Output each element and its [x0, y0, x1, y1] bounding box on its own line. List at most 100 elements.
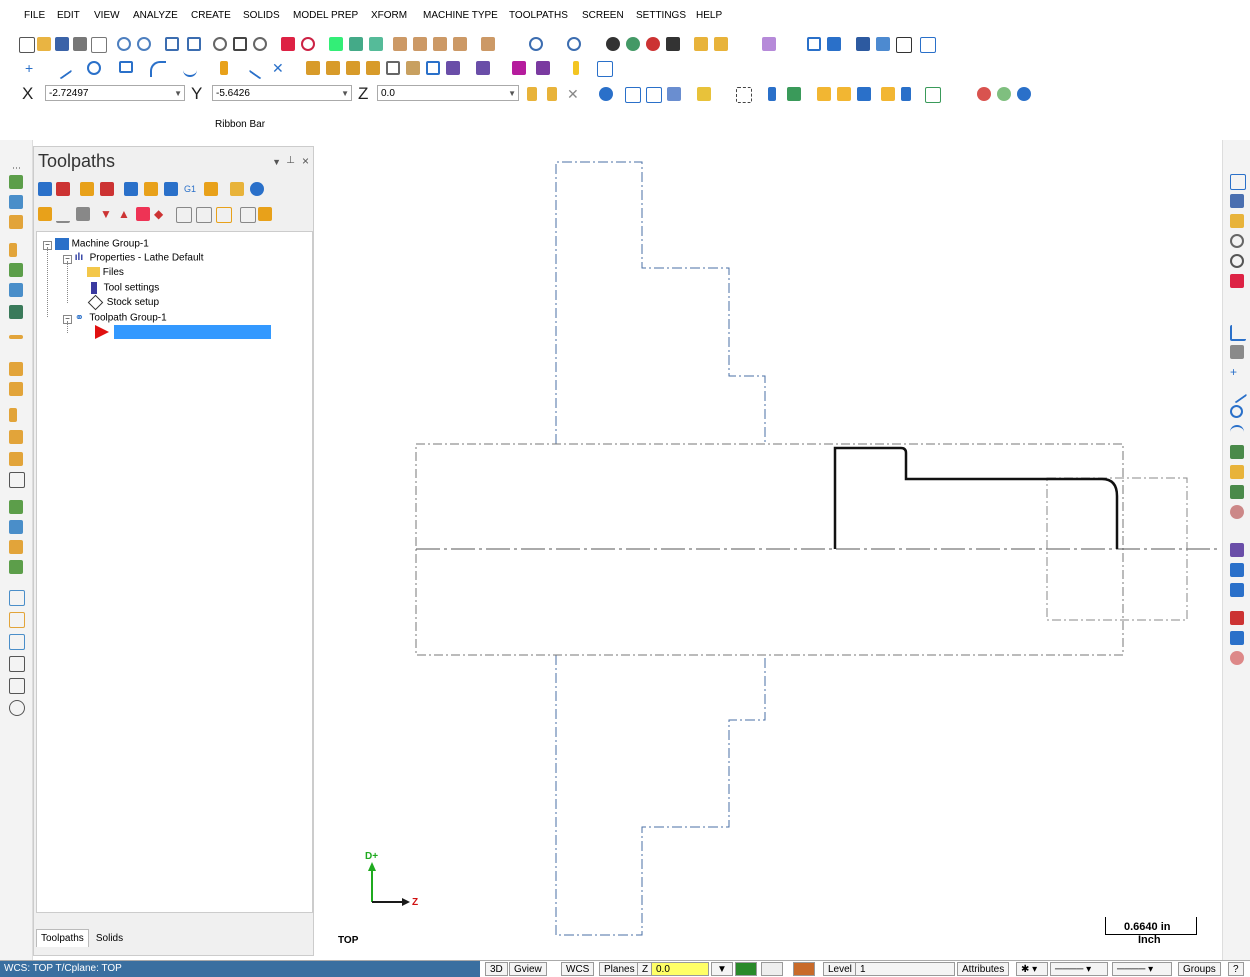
view-top-icon[interactable] — [413, 37, 427, 51]
open-file-icon[interactable] — [37, 37, 51, 51]
collapse-icon[interactable] — [196, 207, 212, 223]
view-right-icon[interactable] — [453, 37, 467, 51]
fit-screen-icon[interactable] — [1230, 174, 1246, 190]
palette-icon[interactable] — [1230, 611, 1244, 625]
zoom-selected-icon[interactable] — [233, 37, 247, 51]
dimension-icon[interactable] — [876, 37, 890, 51]
lathe-stock-advance-icon[interactable] — [9, 430, 23, 444]
point-icon[interactable]: + — [25, 61, 39, 75]
expand-icon[interactable] — [176, 207, 192, 223]
tree-item-machine-group[interactable]: − Machine Group-1 — [43, 238, 149, 250]
lock-icon[interactable] — [38, 207, 52, 221]
sigma-icon[interactable] — [896, 37, 912, 53]
planes-icon[interactable] — [529, 37, 543, 51]
help-icon[interactable] — [599, 87, 613, 101]
layers-icon[interactable] — [1230, 631, 1244, 645]
lathe-steady-rest-icon[interactable] — [9, 472, 25, 488]
select-cursor-icon[interactable] — [768, 87, 776, 101]
verify-icon[interactable] — [144, 182, 158, 196]
zoom-in-icon[interactable] — [281, 37, 295, 51]
lathe-chuck-icon[interactable] — [9, 500, 23, 514]
material-button[interactable] — [793, 962, 815, 976]
xform-scale-icon[interactable] — [386, 61, 400, 75]
analyze-distance-icon[interactable] — [827, 37, 841, 51]
high-feed-icon[interactable] — [204, 182, 218, 196]
solid-edge-icon[interactable] — [857, 87, 871, 101]
translucency-icon[interactable] — [666, 37, 680, 51]
lathe-quick-icon[interactable] — [9, 335, 23, 339]
shade-solid-icon[interactable] — [626, 37, 640, 51]
new-file-icon[interactable] — [19, 37, 35, 53]
grid-icon[interactable] — [920, 37, 936, 53]
solid-icon[interactable] — [1230, 465, 1244, 479]
help-button[interactable]: ? — [1228, 962, 1244, 976]
pencil-icon[interactable] — [694, 37, 708, 51]
line-icon[interactable] — [51, 58, 73, 80]
verify-icon[interactable] — [925, 87, 941, 103]
stock-icon[interactable] — [220, 61, 228, 75]
menu-create[interactable]: CREATE — [191, 10, 231, 21]
menu-screen[interactable]: SCREEN — [582, 10, 624, 21]
gview-button[interactable]: Gview — [509, 962, 547, 976]
view-3d-button[interactable]: 3D — [485, 962, 508, 976]
panel-menu-icon[interactable]: ▼ — [272, 157, 281, 167]
menu-file[interactable]: FILE — [24, 10, 45, 21]
level-input[interactable]: 1 — [855, 962, 955, 976]
drag-handle[interactable] — [12, 167, 20, 169]
select-solids-icon[interactable] — [787, 87, 801, 101]
xform-translate-icon[interactable] — [306, 61, 320, 75]
toggle-posting-icon[interactable] — [76, 207, 90, 221]
lathe-cutoff-icon[interactable] — [9, 283, 23, 297]
wcs-copy-icon[interactable] — [625, 87, 641, 103]
menu-help[interactable]: HELP — [696, 10, 722, 21]
print-preview-icon[interactable] — [91, 37, 107, 53]
wcs-button[interactable]: WCS — [561, 962, 595, 976]
lathe-misc-icon[interactable] — [9, 520, 23, 534]
chevron-down-icon[interactable]: ▼ — [174, 86, 182, 102]
tool-display-icon[interactable] — [216, 207, 232, 223]
move-up-icon[interactable]: ▲ — [118, 207, 132, 221]
menu-xform[interactable]: XFORM — [371, 10, 407, 21]
grid-lines-icon[interactable] — [512, 61, 526, 75]
lathe-face-icon[interactable] — [9, 305, 23, 319]
move-down-icon[interactable]: ▼ — [100, 207, 114, 221]
select-dirty-ops-icon[interactable] — [56, 182, 70, 196]
help-icon[interactable] — [250, 182, 264, 196]
lathe-finish-icon[interactable] — [9, 195, 23, 209]
fast-point-icon[interactable] — [527, 87, 537, 101]
simulate-icon[interactable] — [164, 182, 178, 196]
select-cursor-icon[interactable] — [901, 87, 911, 101]
save-view-icon[interactable] — [1230, 194, 1244, 208]
z-coordinate-input[interactable]: 0.0 ▼ — [377, 85, 519, 101]
lathe-canned-icon[interactable] — [9, 362, 23, 376]
insert-arrow-icon[interactable] — [136, 207, 150, 221]
clear-icon[interactable]: ✕ — [567, 87, 581, 101]
point-snap-icon[interactable]: + — [1230, 365, 1244, 379]
tree-item-insert-marker[interactable] — [95, 325, 271, 339]
solid-body-icon[interactable] — [837, 87, 851, 101]
shade-surface-icon[interactable] — [646, 37, 660, 51]
note-icon[interactable] — [597, 61, 613, 77]
redo-icon[interactable] — [137, 37, 151, 51]
trim-icon[interactable] — [248, 58, 270, 80]
line-style-dropdown[interactable]: ──── ▾ — [1050, 962, 1108, 976]
lathe-plunge-icon[interactable] — [9, 540, 23, 554]
zoom-target-icon[interactable] — [1230, 234, 1244, 248]
cutoff-spindle-icon[interactable] — [9, 656, 25, 672]
undo-icon[interactable] — [117, 37, 131, 51]
rotate-icon[interactable] — [329, 37, 343, 51]
open-view-icon[interactable] — [1230, 214, 1244, 228]
toggle-display-icon[interactable] — [56, 207, 70, 223]
view-menu-icon[interactable] — [481, 37, 495, 51]
ok-icon[interactable] — [997, 87, 1011, 101]
planes-button[interactable]: Planes — [599, 962, 640, 976]
magnify-icon[interactable] — [1230, 254, 1244, 268]
solid-loop-icon[interactable] — [881, 87, 895, 101]
lathe-contour-icon[interactable] — [9, 560, 23, 574]
config-icon[interactable] — [240, 207, 256, 223]
save-icon[interactable] — [55, 37, 69, 51]
lathe-rough-icon[interactable] — [9, 175, 23, 189]
mesh-icon[interactable] — [1230, 485, 1244, 499]
dynamic-rotate-icon[interactable] — [349, 37, 363, 51]
lathe-groove-icon[interactable] — [9, 243, 17, 257]
